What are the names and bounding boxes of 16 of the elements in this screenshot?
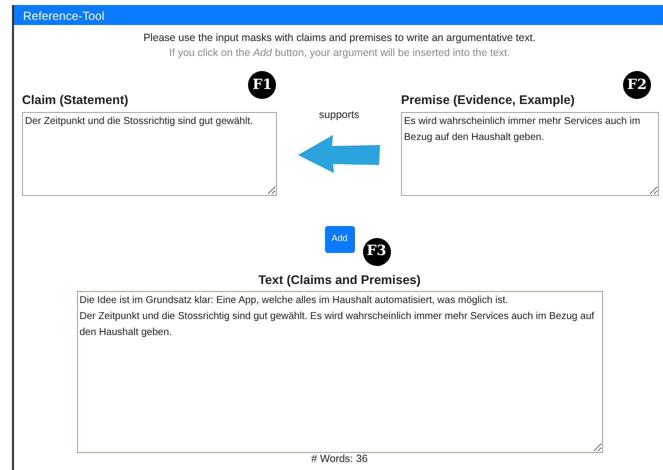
window-title: Reference-Tool: [14, 5, 663, 25]
annotation-marker: F2: [623, 71, 651, 99]
claim-field[interactable]: Der Zeitpunkt und die Stossrichtig sind gut gewählt.: [22, 112, 278, 196]
premise-heading: Premise (Evidence, Example): [401, 92, 576, 109]
relation-label: supports: [319, 108, 360, 123]
annotation-marker: F1: [248, 71, 276, 99]
instruction-text: Please use the input masks with claims and premises to write an argumentative text.: [142, 31, 537, 46]
hint-text: If you click on the Add button, your argument will be inserted into the text.: [168, 46, 511, 61]
arrow-icon: [298, 134, 380, 173]
word-count: # Words: 36: [311, 453, 368, 466]
annotation-marker: F3: [362, 238, 390, 266]
premise-field[interactable]: Es wird wahrscheinlich immer mehr Services auch im Bezug auf den Haushalt geben.: [401, 112, 659, 196]
text-heading: Text (Claims and Premises): [257, 272, 422, 289]
claim-heading: Claim (Statement): [22, 92, 130, 109]
text-field[interactable]: Die Idee ist im Grundsatz klar: Eine App, welche alles im Haushalt automatisiert, was möglich ist. Der Zeitpunkt und die Stossrichtig sind gut gewählt. Es wird wahrscheinlich immer mehr Services auch im Bezug auf den Haushalt geben.: [76, 291, 602, 454]
add-button[interactable]: Add: [324, 226, 354, 252]
